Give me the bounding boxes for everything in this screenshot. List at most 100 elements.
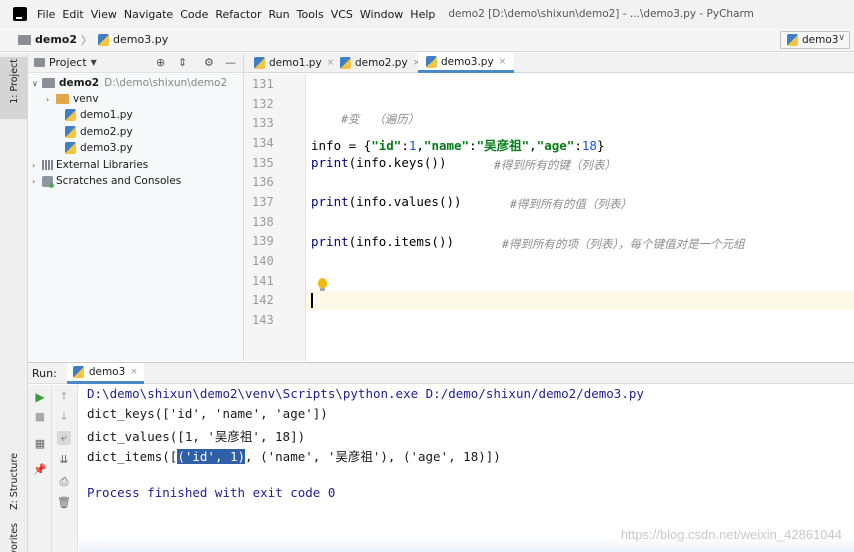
stop-icon[interactable]: ■ — [33, 410, 47, 424]
code-token: , — [416, 138, 424, 153]
hide-panel-icon[interactable]: — — [225, 56, 236, 69]
line-number: 142 — [252, 293, 274, 307]
tab-label: demo2.py — [355, 57, 408, 69]
code-line-135: print(info.keys()) — [311, 155, 446, 170]
python-file-icon — [426, 55, 437, 68]
python-file-icon — [340, 57, 351, 69]
code-editor[interactable]: #变 （遍历） info = {"id":1,"name":"吴彦祖","age… — [306, 74, 854, 361]
editor-tab-bar: demo1.py × demo2.py × demo3.py × — [244, 53, 854, 73]
code-token: (info.keys()) — [348, 155, 447, 170]
collapsed-arrow-icon[interactable]: › — [46, 95, 56, 104]
menu-run[interactable]: Run — [269, 8, 290, 21]
run-configuration-select[interactable]: demo3 ∨ — [780, 31, 850, 49]
line-number: 133 — [252, 116, 274, 130]
code-token: (info.values()) — [348, 194, 462, 209]
run-panel-header: Run: demo3 × — [28, 362, 854, 384]
console-selection: ('id', 1) — [177, 449, 246, 464]
locate-target-icon[interactable]: ⊕ — [156, 56, 165, 69]
run-console-output[interactable]: D:\demo\shixun\demo2\venv\Scripts\python… — [79, 385, 854, 552]
code-line-134: info = {"id":1,"name":"吴彦祖","age":18} — [311, 135, 604, 154]
code-comment: #得到所有的项（列表），每个键值对是一个元组 — [502, 237, 745, 251]
code-builtin: print — [311, 234, 349, 249]
menu-view[interactable]: View — [91, 8, 117, 21]
tree-item-root[interactable]: ∨ demo2 D:\demo\shixun\demo2 — [32, 75, 227, 91]
navigation-bar: demo2 〉 demo3.py demo3 ∨ — [0, 28, 854, 52]
tree-item-demo3[interactable]: demo3.py — [65, 140, 133, 156]
tab-demo1[interactable]: demo1.py × — [246, 53, 342, 73]
gear-icon[interactable]: ⚙ — [204, 56, 214, 69]
tab-demo2[interactable]: demo2.py × — [332, 53, 428, 73]
console-output-values: dict_values([1, '吴彦祖', 18]) — [87, 429, 306, 444]
code-number: 18 — [581, 138, 597, 153]
menu-navigate[interactable]: Navigate — [124, 8, 173, 21]
tab-label: demo1.py — [269, 57, 322, 69]
scratches-icon — [42, 175, 54, 188]
line-number: 143 — [252, 313, 274, 327]
tool-tab-favorites[interactable]: 2: Favorites — [9, 523, 20, 552]
menu-refactor[interactable]: Refactor — [215, 8, 261, 21]
pycharm-logo-icon — [13, 7, 27, 21]
close-icon[interactable]: × — [499, 57, 507, 67]
breadcrumb-project[interactable]: demo2 — [35, 33, 77, 46]
menu-code[interactable]: Code — [180, 8, 208, 21]
menu-file[interactable]: File — [37, 8, 55, 21]
python-file-icon — [787, 34, 798, 46]
menu-vcs[interactable]: VCS — [331, 8, 353, 21]
run-tab-demo3[interactable]: demo3 × — [66, 362, 144, 384]
code-comment: #变 （遍历） — [341, 112, 420, 126]
close-icon[interactable]: × — [130, 367, 138, 377]
run-panel-label: Run: — [32, 366, 57, 380]
expanded-arrow-icon[interactable]: ∨ — [32, 79, 42, 88]
lightbulb-icon[interactable] — [318, 278, 327, 291]
tree-item-demo1[interactable]: demo1.py — [65, 107, 133, 123]
line-number: 135 — [252, 156, 274, 170]
layout-icon[interactable]: ▦ — [33, 437, 47, 451]
code-string: "age" — [536, 138, 575, 153]
run-toolbar-secondary: ↑ ↓ ⤶ ⇊ ⎙ 🗑 — [52, 385, 78, 552]
code-string: "吴彦祖" — [476, 138, 530, 153]
code-line-137: print(info.values()) — [311, 194, 462, 209]
code-builtin: print — [311, 155, 349, 170]
python-file-icon — [72, 365, 84, 378]
tool-tab-project[interactable]: 1: Project — [9, 59, 20, 104]
print-icon[interactable]: ⎙ — [57, 475, 71, 489]
tree-item-scratches[interactable]: › Scratches and Consoles — [32, 173, 181, 189]
menu-edit[interactable]: Edit — [62, 8, 83, 21]
collapsed-arrow-icon[interactable]: › — [32, 177, 42, 186]
pin-icon[interactable]: 📌 — [33, 463, 47, 477]
code-comment: #得到所有的值（列表） — [510, 197, 632, 211]
tree-item-venv[interactable]: › venv — [46, 91, 99, 107]
tab-demo3[interactable]: demo3.py × — [418, 53, 515, 73]
caret-down-icon[interactable]: ▼ — [91, 58, 97, 67]
python-file-icon — [254, 57, 265, 69]
menu-help[interactable]: Help — [410, 8, 435, 21]
scroll-to-end-icon[interactable]: ⇊ — [57, 453, 71, 467]
library-icon — [42, 160, 53, 170]
tree-item-external-libraries[interactable]: › External Libraries — [32, 157, 148, 173]
soft-wrap-icon[interactable]: ⤶ — [57, 431, 71, 445]
tree-item-demo2[interactable]: demo2.py — [65, 124, 133, 140]
collapsed-arrow-icon[interactable]: › — [32, 161, 42, 170]
arrow-up-icon[interactable]: ↑ — [57, 390, 71, 404]
breadcrumb-file[interactable]: demo3.py — [113, 33, 168, 46]
code-token: : — [401, 138, 409, 153]
menu-window[interactable]: Window — [360, 8, 403, 21]
line-number: 140 — [252, 254, 274, 268]
code-token: (info.items()) — [348, 234, 454, 249]
trash-icon[interactable]: 🗑 — [57, 496, 71, 510]
console-process-finished: Process finished with exit code 0 — [87, 485, 336, 500]
code-line-139: print(info.items()) — [311, 234, 454, 249]
run-configuration-label: demo3 — [802, 34, 839, 46]
code-token: } — [596, 138, 605, 153]
arrow-down-icon[interactable]: ↓ — [57, 410, 71, 424]
collapse-all-icon[interactable]: ⇕ — [178, 56, 187, 69]
line-number: 136 — [252, 175, 274, 189]
project-view-selector[interactable]: Project — [49, 56, 87, 69]
folder-icon — [56, 94, 69, 104]
console-output-items: dict_items([('id', 1), ('name', '吴彦祖'), … — [87, 446, 501, 465]
menu-bar: File Edit View Navigate Code Refactor Ru… — [0, 0, 854, 28]
tool-tab-structure[interactable]: Z: Structure — [9, 453, 20, 510]
rerun-icon[interactable]: ▶ — [33, 390, 47, 404]
python-file-icon — [65, 142, 76, 154]
menu-tools[interactable]: Tools — [297, 8, 324, 21]
